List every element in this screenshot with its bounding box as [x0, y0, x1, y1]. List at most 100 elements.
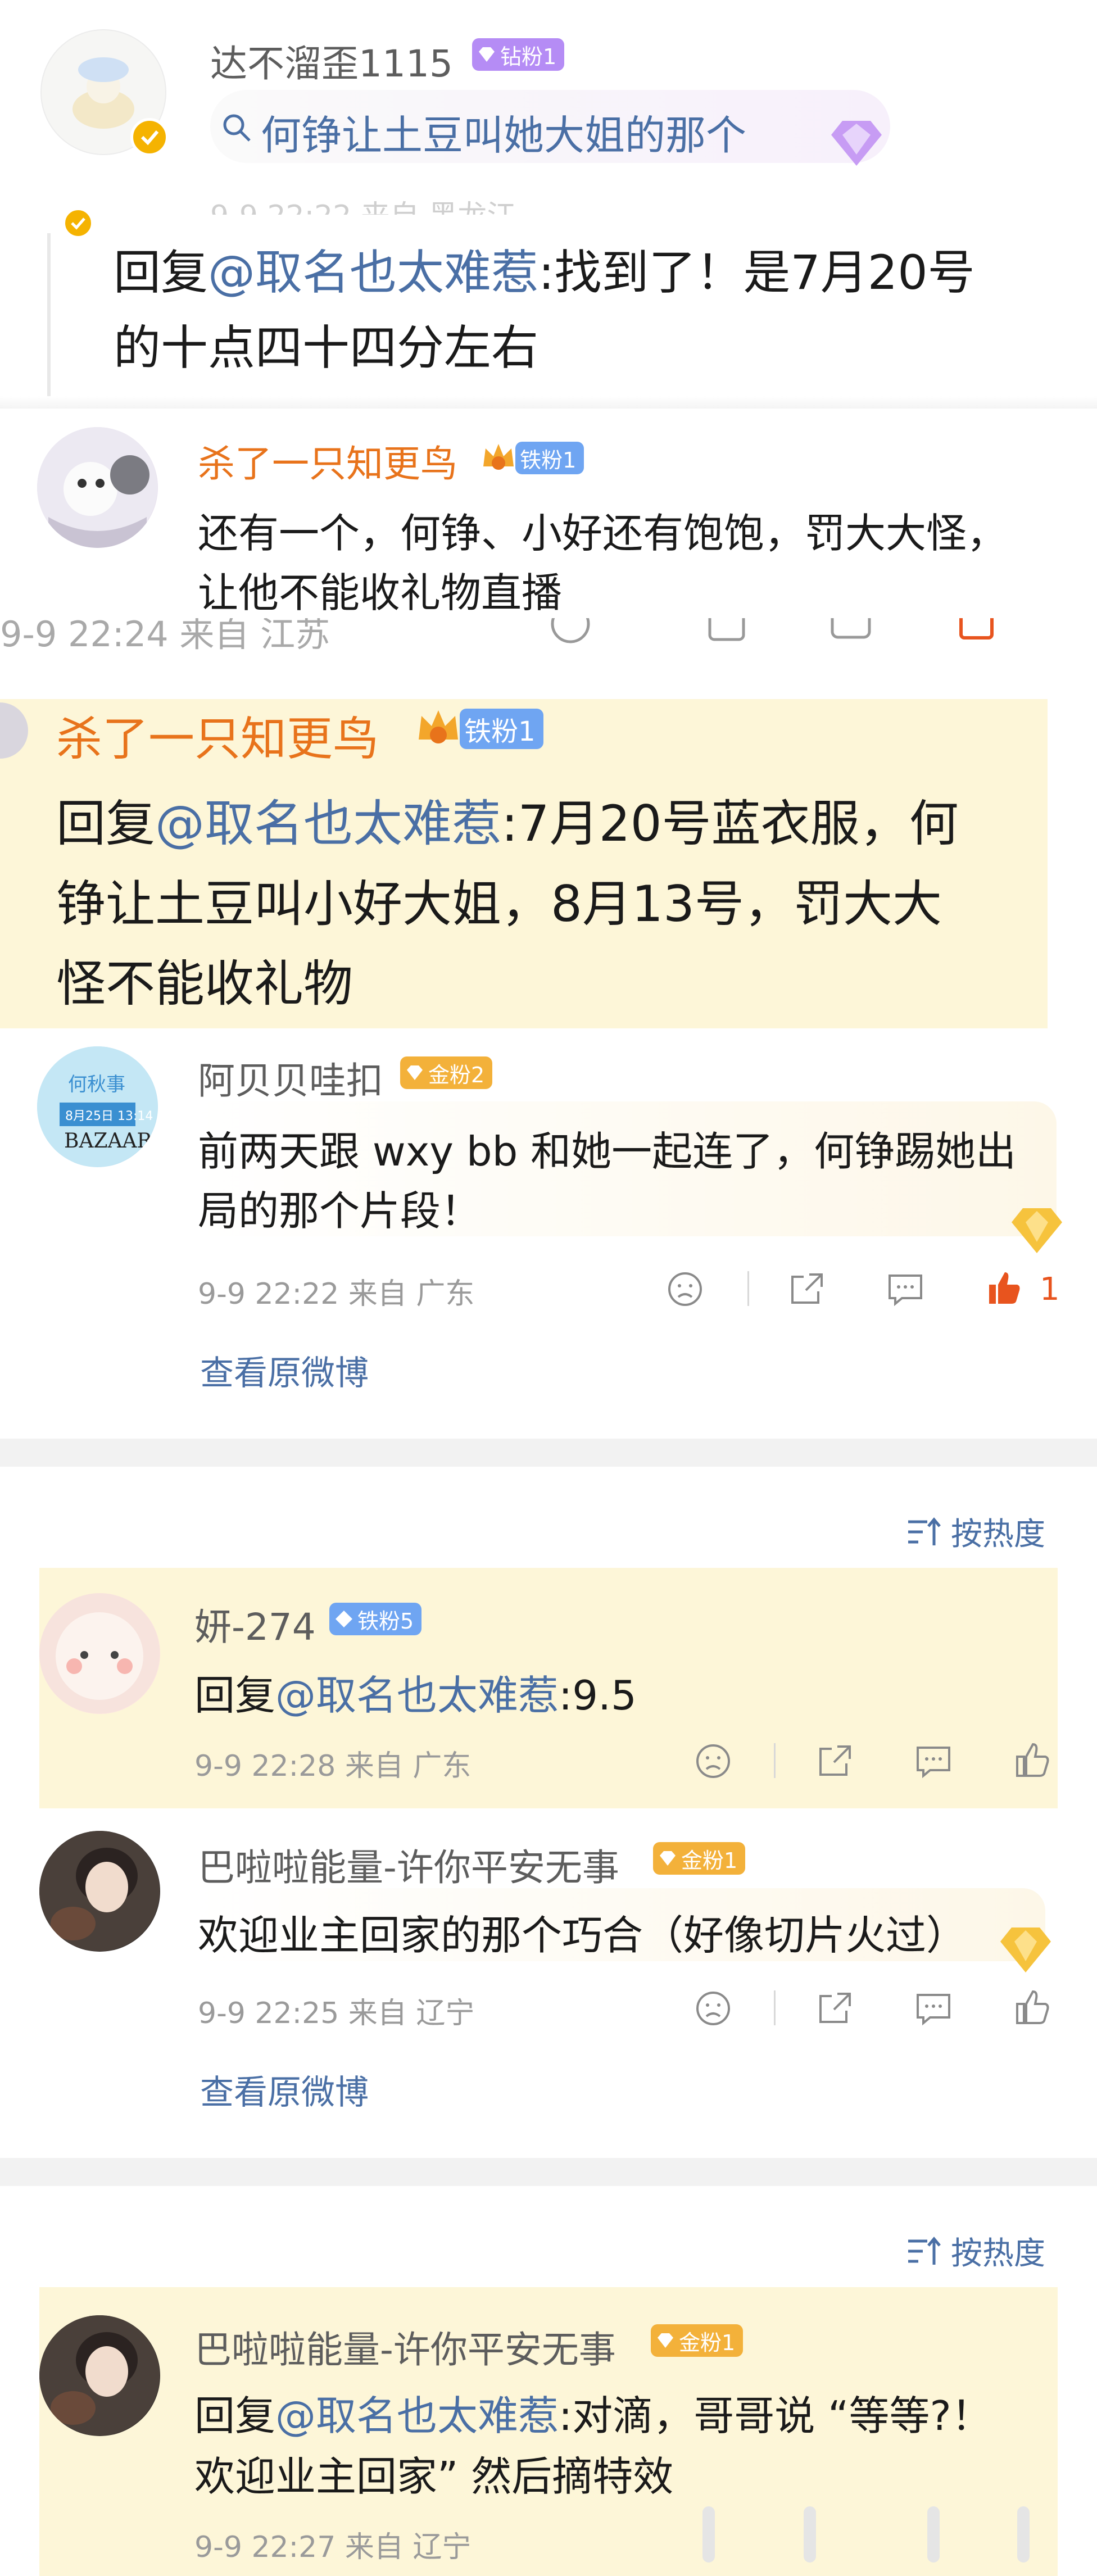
avatar[interactable]	[39, 2315, 160, 2436]
commenter-name[interactable]: 妍-274	[194, 1597, 316, 1651]
fan-badge: 铁粉5	[329, 1603, 422, 1635]
commenter-name[interactable]: 杀了一只知更鸟	[56, 701, 379, 768]
reply-text-line2: 欢迎业主回家” 然后摘特效	[194, 2453, 674, 2500]
search-icon	[223, 114, 251, 142]
fan-badge: 金粉1	[651, 2324, 744, 2357]
commenter-name[interactable]: 阿贝贝哇扣	[198, 1051, 383, 1105]
comment-text-line1: 还有一个，何铮、小好还有饱饱，罚大大怪，	[198, 510, 1008, 557]
blue-gem-icon	[336, 1611, 352, 1627]
like-count: 1	[1040, 1271, 1060, 1308]
commenter-name[interactable]: 杀了一只知更鸟	[198, 434, 457, 488]
badge-label: 金粉2	[428, 1062, 485, 1087]
sort-by-hot-button[interactable]: 按热度	[906, 1509, 1045, 1554]
reply-text-line1: 回复@取名也太难惹:7月20号蓝衣服，何	[56, 795, 959, 852]
badge-label: 铁粉1	[464, 716, 536, 747]
badge-label: 金粉1	[679, 2330, 736, 2355]
like-icon[interactable]	[1012, 1740, 1052, 1780]
fan-badge: 金粉2	[400, 1056, 493, 1089]
sort-by-hot-button[interactable]: 按热度	[906, 2228, 1045, 2274]
sort-icon	[908, 1517, 941, 1545]
share-icon[interactable]	[787, 1269, 827, 1309]
reply-text-line2: 铮让土豆叫小好大姐，8月13号，罚大大	[56, 875, 942, 933]
comment-page: { "c1": { "name": "达不溜歪1115", "badge": "…	[0, 0, 1097, 2576]
diamond-icon	[479, 47, 495, 62]
commenter-name[interactable]: 巴啦啦能量-许你平安无事	[198, 1838, 619, 1892]
mention-link[interactable]: @取名也太难惹	[208, 245, 538, 300]
like-icon[interactable]	[1012, 1987, 1052, 2028]
mention-link[interactable]: @取名也太难惹	[155, 795, 501, 852]
comment-icon[interactable]	[885, 1269, 926, 1309]
comment-meta: 9-9 22:27 来自 辽宁	[194, 2530, 472, 2564]
badge-label: 铁粉5	[357, 1608, 414, 1634]
sort-label: 按热度	[951, 2235, 1045, 2272]
avatar-caption: 何秋事	[68, 1073, 125, 1096]
gold-gem-decoration-icon	[1000, 1928, 1051, 1972]
comment-meta: 9-9 22:22 来自 广东	[198, 1277, 475, 1311]
comment-meta: 9-9 22:28 来自 广东	[194, 1749, 472, 1783]
dislike-icon[interactable]	[693, 1988, 733, 2029]
verified-small-icon	[63, 208, 93, 238]
reply-fade-bottom	[0, 396, 1097, 409]
comment-icon[interactable]	[913, 1988, 954, 2029]
verified-icon	[130, 118, 169, 156]
reply-text-line1: 回复@取名也太难惹:找到了！是7月20号	[114, 245, 975, 300]
like-icon[interactable]	[955, 618, 1000, 646]
share-icon[interactable]	[815, 1741, 855, 1781]
search-suggestion-pill[interactable]: 何铮让土豆叫她大姐的那个	[210, 90, 890, 166]
comment-meta: 9-9 22:25 来自 辽宁	[198, 1997, 475, 2030]
crown-icon	[483, 444, 514, 470]
reply-text: 回复@取名也太难惹:9.5	[194, 1672, 637, 1719]
reply-text-line3: 怪不能收礼物	[56, 955, 353, 1013]
diamond-decoration-icon	[831, 121, 882, 166]
avatar-image-icon	[37, 427, 157, 548]
gold-gem-icon	[407, 1065, 423, 1080]
reply-thread-line	[47, 233, 51, 402]
avatar[interactable]	[39, 1593, 160, 1714]
comment-text-line2: 局的那个片段！	[198, 1187, 482, 1235]
avatar-image-icon	[39, 1593, 160, 1713]
badge-label: 金粉1	[681, 1848, 738, 1873]
gold-gem-icon	[660, 1851, 676, 1866]
comment-text-line2: 让他不能收礼物直播	[198, 569, 563, 616]
avatar[interactable]: 何秋事 8月25日 13:14 BAZAAR	[37, 1046, 158, 1167]
avatar[interactable]	[39, 1831, 160, 1952]
action-divider	[747, 1271, 749, 1306]
fan-badge: 金粉1	[653, 1842, 746, 1875]
clipped-meta: 9-9 22:22 来自 黑龙江	[210, 192, 516, 215]
avatar-image-icon	[39, 2315, 160, 2436]
sort-label: 按热度	[951, 1516, 1045, 1553]
gold-gem-icon	[658, 2333, 673, 2348]
like-icon[interactable]	[983, 1268, 1024, 1308]
dislike-icon[interactable]	[665, 1269, 705, 1309]
comment-text-line1: 欢迎业主回家的那个巧合（好像切片火过）	[198, 1912, 967, 1959]
section-divider	[0, 2158, 1097, 2186]
comment-icon[interactable]	[913, 1741, 954, 1781]
commenter-name[interactable]: 达不溜歪1115	[210, 34, 453, 88]
sort-icon	[908, 2236, 941, 2265]
commenter-name[interactable]: 巴啦啦能量-许你平安无事	[194, 2320, 616, 2374]
fan-badge: 铁粉1	[479, 438, 584, 478]
avatar-image-icon	[39, 1831, 160, 1951]
action-divider	[774, 1990, 776, 2025]
action-divider	[774, 1743, 776, 1778]
reply-text-line1: 回复@取名也太难惹:对滴，哥哥说 “等等?！	[194, 2392, 992, 2439]
avatar[interactable]	[37, 427, 158, 548]
share-icon[interactable]	[705, 618, 750, 646]
comment-icon[interactable]	[829, 618, 874, 646]
clipped-meta-row: 9-9 22:24 来自 江苏	[0, 618, 1097, 660]
dislike-icon[interactable]	[548, 618, 593, 646]
page-indicator	[702, 2506, 1068, 2568]
section-divider	[0, 1439, 1097, 1467]
mention-link[interactable]: @取名也太难惹	[275, 1672, 559, 1719]
fan-badge: 铁粉1	[413, 704, 543, 754]
fan-badge: 钻粉1	[472, 38, 565, 71]
search-suggestion-text: 何铮让土豆叫她大姐的那个	[261, 112, 747, 159]
view-original-link[interactable]: 查看原微博	[200, 1346, 369, 1395]
comment-text-line1: 前两天跟 wxy bb 和她一起连了，何铮踢她出	[198, 1128, 1017, 1175]
view-original-link[interactable]: 查看原微博	[200, 2065, 369, 2114]
dislike-icon[interactable]	[693, 1741, 733, 1781]
crown-icon	[419, 710, 458, 743]
mention-link[interactable]: @取名也太难惹	[275, 2392, 559, 2439]
share-icon[interactable]	[815, 1988, 855, 2029]
gold-gem-decoration-icon	[1012, 1208, 1062, 1253]
